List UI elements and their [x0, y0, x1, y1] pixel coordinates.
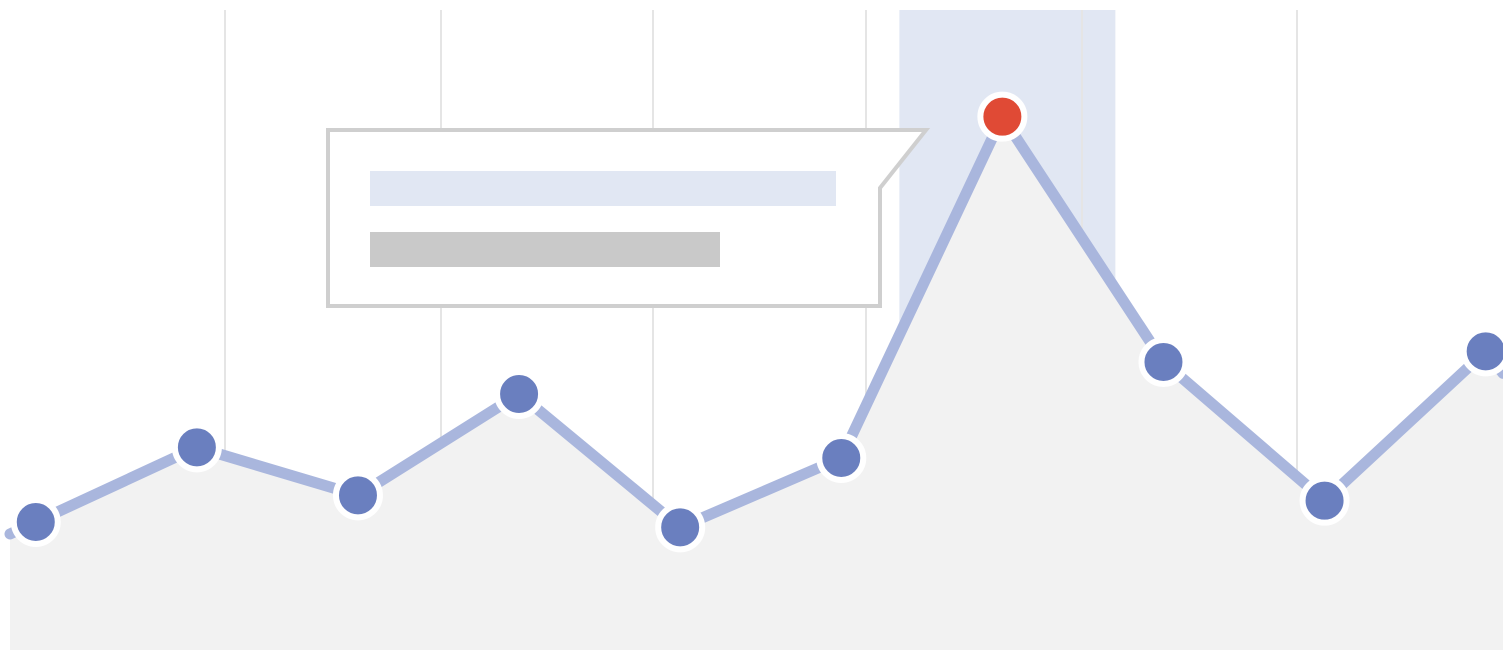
- area-layer: [10, 116, 1503, 650]
- highlighted-data-point: [977, 91, 1028, 142]
- data-point-1: [10, 497, 61, 547]
- data-point-4: [494, 369, 545, 419]
- line-chart: [4, 10, 1503, 650]
- area-fill: [10, 116, 1503, 650]
- chart-container: [0, 0, 1503, 653]
- data-point-8: [1138, 337, 1189, 387]
- data-point-10: [1460, 326, 1503, 377]
- data-point-6: [816, 433, 867, 483]
- data-point-9: [1299, 475, 1350, 526]
- data-point-5: [655, 502, 706, 553]
- data-point-3: [332, 470, 383, 521]
- data-point-2: [171, 422, 222, 473]
